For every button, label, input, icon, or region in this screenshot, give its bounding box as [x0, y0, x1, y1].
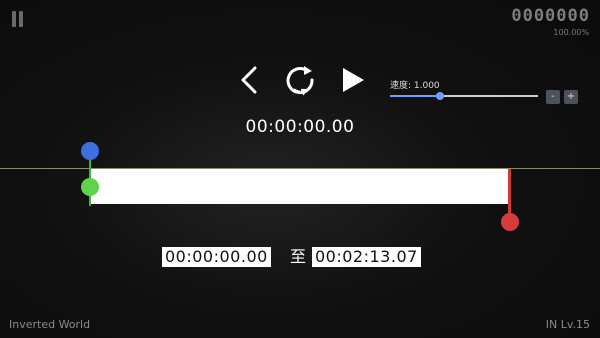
pause-icon-bar — [19, 11, 23, 27]
score-display: 0000000 — [511, 6, 590, 26]
speed-label: 速度: 1.000 — [390, 81, 440, 91]
speed-increase-button[interactable]: + — [564, 90, 578, 104]
restart-button[interactable] — [282, 62, 318, 98]
play-button[interactable] — [334, 62, 370, 98]
playhead-handle[interactable] — [81, 142, 99, 160]
song-title: Inverted World — [9, 318, 91, 331]
range-start-handle[interactable] — [81, 178, 99, 196]
play-icon — [343, 68, 364, 92]
range-end-time-field[interactable]: 00:02:13.07 — [312, 247, 421, 267]
selected-range-bar[interactable] — [90, 169, 510, 204]
speed-decrease-button[interactable]: - — [546, 90, 560, 104]
pause-icon-bar — [12, 11, 16, 27]
back-button[interactable] — [232, 62, 268, 98]
chevron-left-icon — [241, 66, 257, 94]
range-start-time-field[interactable]: 00:00:00.00 — [162, 247, 271, 267]
speed-slider-handle[interactable] — [436, 92, 444, 100]
accuracy-display: 100.00% — [553, 28, 589, 37]
range-end-handle[interactable] — [501, 213, 519, 231]
restart-icon — [286, 66, 314, 96]
current-time-display: 00:00:00.00 — [245, 117, 355, 137]
speed-slider-fill — [390, 95, 440, 97]
difficulty-level: IN Lv.15 — [545, 318, 590, 331]
pause-button[interactable] — [11, 11, 25, 27]
range-separator-label: 至 — [290, 247, 307, 266]
